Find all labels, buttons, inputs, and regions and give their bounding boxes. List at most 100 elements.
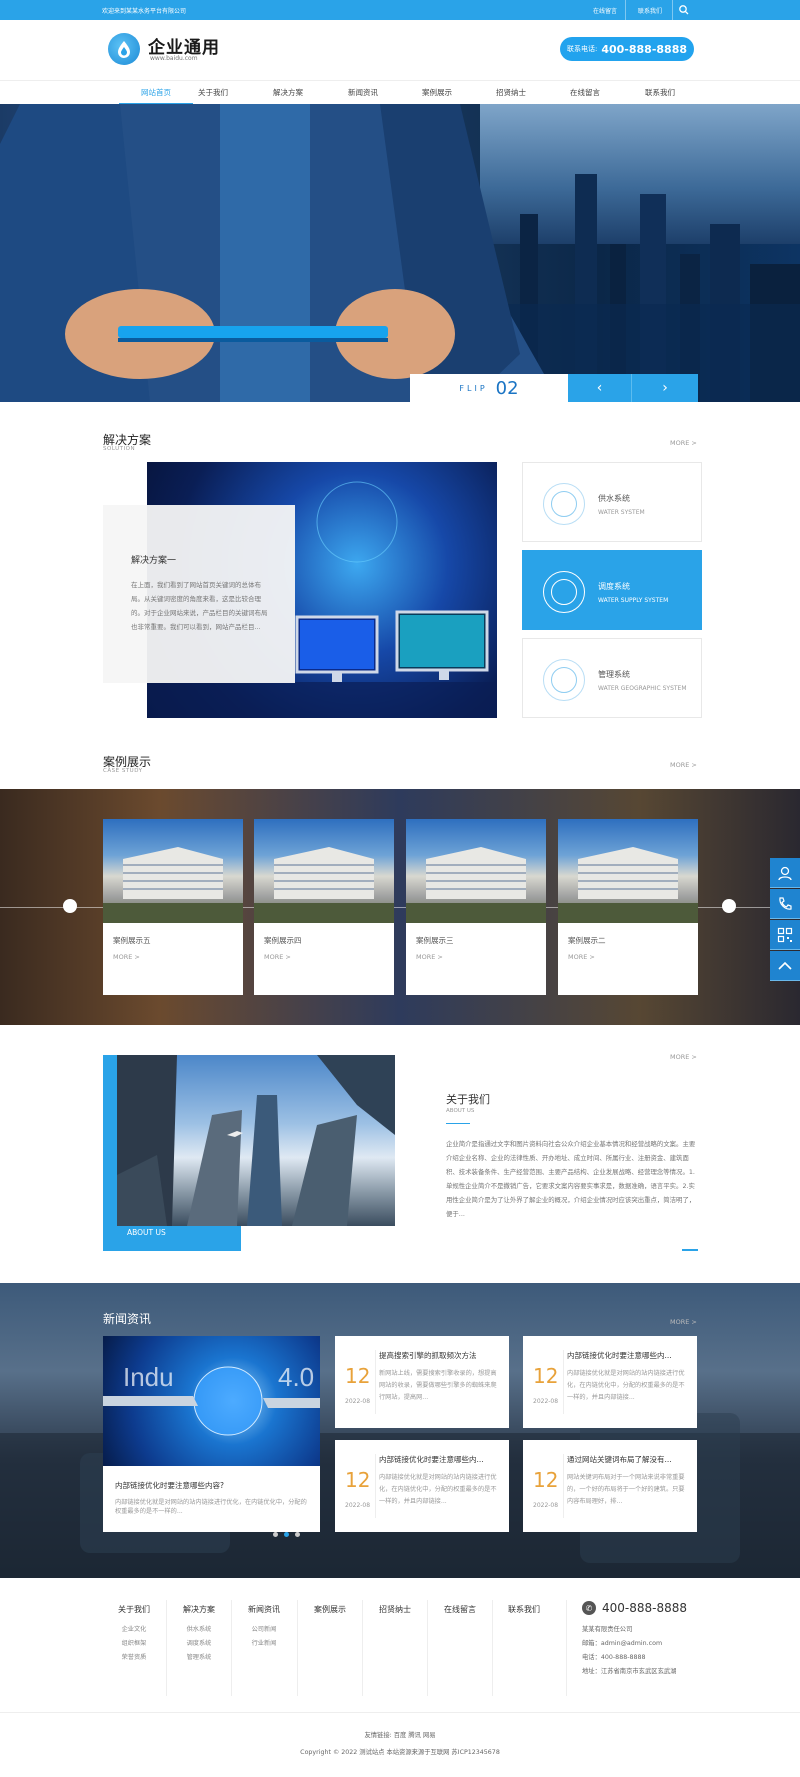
logo-icon[interactable] <box>108 33 140 65</box>
footer-link[interactable]: 调度系统 <box>169 1637 229 1651</box>
flip-label: FLIP <box>459 383 488 393</box>
case-more-link[interactable]: MORE > <box>264 953 291 961</box>
nav-item-cases[interactable]: 案例展示 <box>400 81 474 105</box>
news-more-link[interactable]: MORE > <box>670 1318 697 1326</box>
solution-card-title: 解决方案一 <box>131 556 177 566</box>
top-link-contact[interactable]: 联系我们 <box>638 6 662 15</box>
footer-column-title[interactable]: 在线留言 <box>430 1604 490 1615</box>
cases-next-dot[interactable] <box>722 899 736 913</box>
footer-divider <box>166 1600 167 1696</box>
footer-link[interactable]: 企业文化 <box>104 1623 164 1637</box>
phone-icon: ✆ <box>582 1601 596 1615</box>
about-image-label: ABOUT US <box>127 1228 166 1237</box>
footer-link[interactable]: 组织框架 <box>104 1637 164 1651</box>
hotline-button[interactable]: 联系电话: 400-888-8888 <box>560 37 694 61</box>
solution-more-link[interactable]: MORE > <box>670 439 697 447</box>
search-icon[interactable] <box>678 4 690 16</box>
cases-more-link[interactable]: MORE > <box>670 761 697 769</box>
news-featured-text: 内部链接优化就是对网站的站内链接进行优化，在内链优化中，分配的权重最多的是不一样… <box>115 1499 307 1515</box>
nav-item-jobs[interactable]: 招贤纳士 <box>474 81 548 105</box>
news-day: 12 <box>533 1468 559 1492</box>
case-image <box>558 819 698 923</box>
case-more-link[interactable]: MORE > <box>113 953 140 961</box>
about-title: 关于我们 <box>446 1093 490 1106</box>
carousel-dot[interactable] <box>284 1532 289 1537</box>
carousel-dot[interactable] <box>273 1532 278 1537</box>
system-card-dispatch[interactable]: 调度系统 WATER SUPPLY SYSTEM <box>522 550 702 630</box>
case-more-link[interactable]: MORE > <box>568 953 595 961</box>
nav-item-news[interactable]: 新闻资讯 <box>326 81 400 105</box>
back-to-top-icon[interactable] <box>770 951 800 981</box>
carousel-dot[interactable] <box>295 1532 300 1537</box>
case-card[interactable]: 案例展示三 MORE > <box>406 819 546 995</box>
footer-divider <box>492 1600 493 1696</box>
nav-item-about[interactable]: 关于我们 <box>176 81 250 105</box>
news-item[interactable]: 12 2022-08 内部链接优化时要注意哪些内... 内部链接优化就是对网站的… <box>335 1440 509 1532</box>
friend-links[interactable]: 友情链接: 百度 腾讯 网易 <box>0 1730 800 1739</box>
top-divider <box>672 0 673 20</box>
case-more-link[interactable]: MORE > <box>416 953 443 961</box>
cases-prev-dot[interactable] <box>63 899 77 913</box>
footer-column-title[interactable]: 联系我们 <box>494 1604 554 1615</box>
footer-divider <box>427 1600 428 1696</box>
news-title: 内部链接优化时要注意哪些内... <box>379 1455 484 1464</box>
top-link-message[interactable]: 在线留言 <box>593 6 617 15</box>
news-item[interactable]: 12 2022-08 通过网站关键词布局了解没有... 网站关键词布局对于一个网… <box>523 1440 697 1532</box>
news-carousel-dots <box>273 1522 306 1541</box>
about-more-link[interactable]: MORE > <box>670 1053 697 1061</box>
footer-column-title[interactable]: 案例展示 <box>300 1604 360 1615</box>
section-title-news: 新闻资讯 <box>103 1312 152 1326</box>
footer-link[interactable]: 供水系统 <box>169 1623 229 1637</box>
about-subtitle: ABOUT US <box>446 1108 475 1114</box>
prev-slide-button[interactable]: ‹ <box>568 374 632 402</box>
news-text: 网站关键词布局对于一个网站来说非常重要的，一个好的布局将于一个好的建筑。只要内容… <box>567 1474 685 1505</box>
news-item[interactable]: 12 2022-08 提高搜索引擎的抓取频次方法 新网站上线，需要搜索引擎收录的… <box>335 1336 509 1428</box>
footer-contact-info: 某某有限责任公司 邮箱：admin@admin.com 电话：400-888-8… <box>582 1623 676 1679</box>
system-name: 供水系统 <box>598 494 630 503</box>
qrcode-icon[interactable] <box>770 920 800 950</box>
system-name: 管理系统 <box>598 670 630 679</box>
nav-item-contact[interactable]: 联系我们 <box>623 81 697 105</box>
case-card[interactable]: 案例展示四 MORE > <box>254 819 394 995</box>
nav-item-message[interactable]: 在线留言 <box>548 81 622 105</box>
svg-text:4.0: 4.0 <box>278 1362 314 1392</box>
system-name: 调度系统 <box>598 582 630 591</box>
case-card[interactable]: 案例展示二 MORE > <box>558 819 698 995</box>
nav-item-solution[interactable]: 解决方案 <box>251 81 325 105</box>
footer-column-title[interactable]: 关于我们 <box>104 1604 164 1615</box>
news-featured[interactable]: Indu 4.0 内部链接优化时要注意哪些内容? 内部链接优化就是对网站的站内链接… <box>103 1336 320 1537</box>
footer-column-title[interactable]: 招贤纳士 <box>365 1604 425 1615</box>
footer-column: 关于我们 企业文化 组织框架 荣誉资质 <box>104 1604 164 1665</box>
svg-text:Indu: Indu <box>123 1362 174 1392</box>
news-date: 2022-08 <box>533 1398 559 1405</box>
slide-indicator: FLIP 02 <box>410 374 568 402</box>
solution-card[interactable]: 解决方案一 在上面，我们看到了网站首页关键词的总体布局。从关键词密度的角度来看，… <box>103 505 295 683</box>
footer-address: 地址：江苏省南京市玄武区玄武湖 <box>582 1668 677 1675</box>
system-card-management[interactable]: 管理系统 WATER GEOGRAPHIC SYSTEM <box>522 638 702 718</box>
news-item[interactable]: 12 2022-08 内部链接优化时要注意哪些内... 内部链接优化就是对网站的… <box>523 1336 697 1428</box>
footer-column: 招贤纳士 <box>365 1604 425 1623</box>
main-nav: 网站首页 关于我们 解决方案 新闻资讯 案例展示 招贤纳士 在线留言 联系我们 <box>0 80 800 105</box>
case-image <box>406 819 546 923</box>
footer-link[interactable]: 荣誉资质 <box>104 1651 164 1665</box>
phone-icon[interactable] <box>770 889 800 919</box>
solution-card-text: 在上面，我们看到了网站首页关键词的总体布局。从关键词密度的角度来看，这是比较合理… <box>131 581 268 631</box>
next-slide-button[interactable]: › <box>632 374 698 402</box>
case-card[interactable]: 案例展示五 MORE > <box>103 819 243 995</box>
system-icon <box>543 659 585 701</box>
footer-company: 某某有限责任公司 <box>582 1626 633 1633</box>
footer-column-title[interactable]: 解决方案 <box>169 1604 229 1615</box>
footer-link[interactable]: 行业新闻 <box>234 1637 294 1651</box>
footer-column-title[interactable]: 新闻资讯 <box>234 1604 294 1615</box>
footer-phone: ✆ 400-888-8888 <box>582 1601 687 1615</box>
news-text: 内部链接优化就是对网站的站内链接进行优化，在内链优化中，分配的权重最多的是不一样… <box>379 1474 497 1505</box>
customer-service-icon[interactable] <box>770 858 800 888</box>
footer-divider <box>362 1600 363 1696</box>
about-text: 企业简介是指通过文字和图片资料向社会公众介绍企业基本情况和经营战略的文案。主要介… <box>446 1140 696 1218</box>
footer-link[interactable]: 管理系统 <box>169 1651 229 1665</box>
about-image[interactable] <box>117 1055 395 1226</box>
footer-link[interactable]: 公司新闻 <box>234 1623 294 1637</box>
system-card-water[interactable]: 供水系统 WATER SYSTEM <box>522 462 702 542</box>
top-bar: 欢迎来到某某水务平台有限公司 在线留言 联系我们 <box>0 0 800 20</box>
news-divider <box>375 1350 376 1414</box>
